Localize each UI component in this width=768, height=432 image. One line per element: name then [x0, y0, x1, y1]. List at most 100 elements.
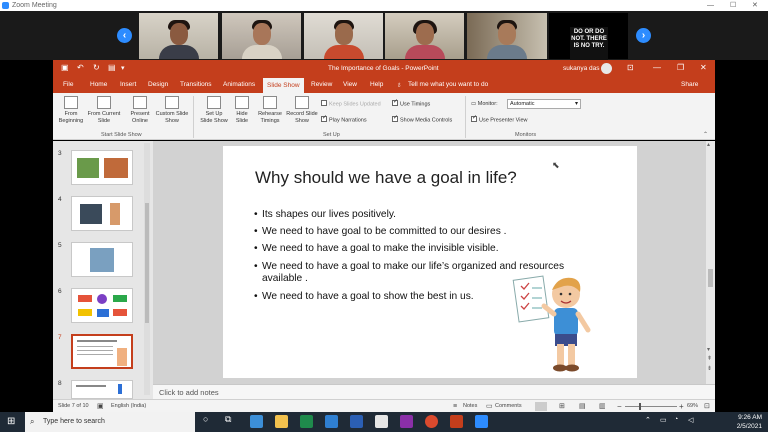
slide-thumbnail-4[interactable] [71, 196, 133, 231]
task-view-icon[interactable]: ⧉ [225, 414, 231, 425]
share-button[interactable]: Share [681, 77, 698, 93]
ppt-restore-icon[interactable]: ❐ [677, 63, 684, 72]
wifi-icon[interactable]: ◔ [674, 416, 678, 423]
slide-bullet[interactable]: We need to have a goal to make the invis… [254, 243, 597, 255]
excel-icon[interactable] [300, 415, 313, 428]
boy-with-checklist-image[interactable] [510, 272, 598, 376]
set-up-slide-show-button[interactable]: Set Up Slide Show [199, 96, 229, 124]
record-slide-show-button[interactable]: Record Slide Show [286, 96, 318, 124]
participant-video-5[interactable] [467, 13, 547, 59]
present-online-button[interactable]: Present Online [126, 96, 154, 124]
taskbar-clock[interactable]: 9:26 AM 2/5/2021 [702, 413, 762, 431]
ppt-minimize-icon[interactable]: — [653, 63, 661, 72]
thumbnail-shape [78, 309, 92, 316]
slide-bullet[interactable]: Its shapes our lives positively. [254, 209, 597, 221]
file-explorer-icon[interactable] [275, 415, 288, 428]
gallery-prev-arrow-icon[interactable]: ‹ [117, 28, 132, 43]
gallery-next-arrow-icon[interactable]: › [636, 28, 651, 43]
from-beginning-button[interactable]: From Beginning [57, 96, 85, 124]
participant-video-4[interactable] [385, 13, 464, 59]
thumbnail-scrollbar[interactable] [144, 143, 150, 395]
redo-icon[interactable]: ↻ [93, 63, 100, 72]
use-presenter-view-checkbox[interactable]: Use Presenter View [471, 115, 528, 124]
from-current-slide-button[interactable]: From Current Slide [86, 96, 122, 124]
save-icon[interactable]: ▣ [61, 63, 69, 72]
tell-me-search[interactable]: Tell me what you want to do [408, 77, 488, 93]
tab-review[interactable]: Review [311, 77, 332, 93]
tab-help[interactable]: Help [370, 77, 383, 93]
slide-thumbnail-5[interactable] [71, 242, 133, 277]
powerpoint-icon[interactable] [450, 415, 463, 428]
taskbar-search-input[interactable]: ⌕ Type here to search [25, 412, 195, 432]
cortana-icon[interactable]: ○ [203, 414, 208, 424]
user-name[interactable]: sukanya das [563, 65, 600, 72]
minimize-icon[interactable]: — [707, 0, 714, 11]
monitor-select[interactable]: Automatic ▾ [507, 99, 581, 109]
collapse-ribbon-icon[interactable]: ⌃ [703, 131, 708, 138]
slide-thumbnail-3[interactable] [71, 150, 133, 185]
battery-icon[interactable]: ▭ [660, 416, 667, 424]
thumbnail-image [77, 158, 99, 178]
tab-animations[interactable]: Animations [223, 77, 255, 93]
slide-bullet[interactable]: We need to have goal to be committed to … [254, 226, 597, 238]
custom-slide-show-button[interactable]: Custom Slide Show [155, 96, 189, 124]
start-from-beginning-icon[interactable]: ▤ [108, 63, 116, 72]
next-slide-icon[interactable]: ⇟ [707, 365, 712, 372]
ribbon-display-options-icon[interactable]: ⊡ [627, 63, 634, 72]
search-icon: ⌕ [30, 417, 35, 426]
photos-icon[interactable] [375, 415, 388, 428]
slide-thumbnail-7[interactable] [71, 334, 133, 369]
participant-video-3[interactable] [304, 13, 383, 59]
use-timings-checkbox[interactable]: Use Timings [392, 99, 430, 108]
slide-thumbnail-6[interactable] [71, 288, 133, 323]
participant-video-1[interactable] [139, 13, 218, 59]
thumb-number: 3 [58, 150, 62, 157]
tab-slide-show[interactable]: Slide Show [263, 78, 304, 93]
slide-vertical-scrollbar[interactable]: ▴ ▾ ⇞ ⇟ [706, 141, 715, 384]
participant-video-2[interactable] [222, 13, 301, 59]
store-icon[interactable] [325, 415, 338, 428]
zoom-slider-handle[interactable] [639, 403, 641, 410]
thumbnail-image [90, 248, 114, 272]
ppt-close-icon[interactable]: ✕ [700, 63, 707, 72]
previous-slide-icon[interactable]: ⇞ [707, 355, 712, 362]
scrollbar-thumb[interactable] [145, 203, 149, 323]
thumbnail-text-line [76, 385, 106, 387]
zoom-app-icon[interactable] [475, 415, 488, 428]
thumbnail-image [80, 204, 102, 224]
close-icon[interactable]: ✕ [752, 0, 758, 11]
edge-icon[interactable] [250, 415, 263, 428]
normal-view-icon[interactable] [535, 402, 547, 411]
notes-pane[interactable]: Click to add notes [153, 384, 715, 399]
document-title: The Importance of Goals - PowerPoint [328, 65, 439, 72]
zoom-slider[interactable] [625, 406, 677, 407]
word-icon[interactable] [350, 415, 363, 428]
hide-slide-button[interactable]: Hide Slide [231, 96, 253, 124]
windows-start-icon[interactable]: ⊞ [7, 416, 15, 427]
chrome-icon[interactable] [425, 415, 438, 428]
maximize-icon[interactable]: ☐ [730, 0, 736, 11]
play-narrations-checkbox[interactable]: Play Narrations [321, 115, 367, 124]
tab-insert[interactable]: Insert [120, 77, 136, 93]
lightbulb-icon: ♁ [396, 80, 402, 89]
tab-design[interactable]: Design [148, 77, 168, 93]
undo-icon[interactable]: ↶ [77, 63, 84, 72]
tab-view[interactable]: View [343, 77, 357, 93]
tray-overflow-icon[interactable]: ⌃ [645, 416, 651, 424]
volume-icon[interactable]: ◁ [688, 416, 693, 424]
checkbox-checked-icon [392, 115, 398, 122]
slide-title[interactable]: Why should we have a goal in life? [255, 168, 517, 188]
avatar[interactable] [601, 63, 612, 74]
tab-file[interactable]: File [63, 77, 73, 93]
scroll-up-icon[interactable]: ▴ [707, 141, 710, 148]
onenote-icon[interactable] [400, 415, 413, 428]
rehearse-timings-button[interactable]: Rehearse Timings [256, 96, 284, 124]
tab-home[interactable]: Home [90, 77, 107, 93]
scrollbar-thumb[interactable] [708, 269, 713, 287]
tab-transitions[interactable]: Transitions [180, 77, 212, 93]
customize-toolbar-icon[interactable]: ▾ [121, 64, 125, 72]
scroll-down-icon[interactable]: ▾ [707, 346, 710, 353]
show-media-controls-checkbox[interactable]: Show Media Controls [392, 115, 452, 124]
slide-thumbnail-8[interactable] [71, 380, 133, 399]
monitor-select-value: Automatic [510, 101, 535, 107]
